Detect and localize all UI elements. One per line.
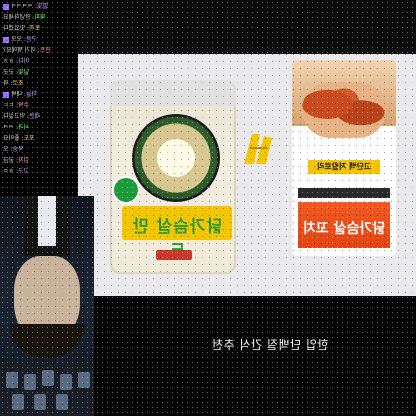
chat-message: 해피: 안녕하세요 <box>3 14 46 21</box>
product-name-right: 닭가슴살 꼬치 <box>302 221 386 237</box>
webcam-overlay <box>0 196 94 416</box>
product-bag-right: 고단백 저칼로리 닭가슴살 꼬치 <box>292 60 396 256</box>
shelf-item <box>6 372 18 388</box>
chat-message: 바다: ㅎㅎ <box>3 58 30 65</box>
chat-message: 하늘: 대박 <box>3 90 75 99</box>
product-bag-left: 닭가슴살 만두 <box>110 80 236 274</box>
chat-badge-icon <box>3 3 9 10</box>
webcam-hair <box>10 324 84 358</box>
product-food-photo <box>302 82 386 138</box>
chat-message: 레몬: 먹고싶다 <box>3 113 41 120</box>
top-dark-band <box>78 0 416 54</box>
product-footer-mark <box>156 250 192 260</box>
chat-message: 복숭: 오 <box>3 146 24 153</box>
yellow-sticker-icon <box>244 134 272 164</box>
product-strip <box>298 188 390 198</box>
shelf-item <box>56 394 68 410</box>
chat-message: 감자: 궁금 <box>3 157 30 164</box>
shelf-item <box>12 394 24 410</box>
chat-message: 사과: ㅋㅋ <box>3 124 30 131</box>
chat-message: 고구: ㅎㅇ <box>3 168 30 175</box>
bag-seal <box>110 80 236 106</box>
product-badge-right: 고단백 저칼로리 <box>308 160 380 174</box>
chat-badge-icon <box>3 91 9 98</box>
chat-message: 토끼: 맛있겠다 <box>3 25 41 32</box>
chat-message: 민트: 이거 뭐에요? <box>3 47 51 54</box>
chat-message: 수박: ㄷㄷ <box>3 102 30 109</box>
chat-message: 포도: 좋아요 <box>3 135 35 142</box>
chat-panel[interactable]: 별빛: ㅋㅋㅋㅋ 해피: 안녕하세요 토끼: 맛있겠다 구름: 오오 민트: 이… <box>0 0 78 198</box>
product-name-left: 닭가슴살 만두 <box>131 217 223 262</box>
chat-message: 구름: 오오 <box>3 35 75 44</box>
shelf-item <box>24 374 36 390</box>
shelf-item <box>60 374 72 390</box>
shelf-item <box>34 394 46 410</box>
product-badge-icon <box>112 176 140 204</box>
chat-badge-icon <box>3 36 9 43</box>
shelf-item <box>42 370 54 386</box>
stream-caption: 한입 단백질 간식 추천 <box>211 338 329 352</box>
shelf-item <box>78 372 90 388</box>
chat-message: 달빛: 굿굿 <box>3 69 30 76</box>
product-window <box>132 114 220 202</box>
stream-view: 닭가슴살 만두 고단백 저칼로리 닭가슴살 꼬치 별빛: ㅋㅋㅋㅋ 해피: 안녕… <box>0 0 416 416</box>
webcam-shelf <box>0 364 94 416</box>
chat-message: 초코: 와 <box>3 80 24 87</box>
webcam-collar <box>38 196 56 246</box>
chat-message: 별빛: ㅋㅋㅋㅋ <box>3 2 75 11</box>
